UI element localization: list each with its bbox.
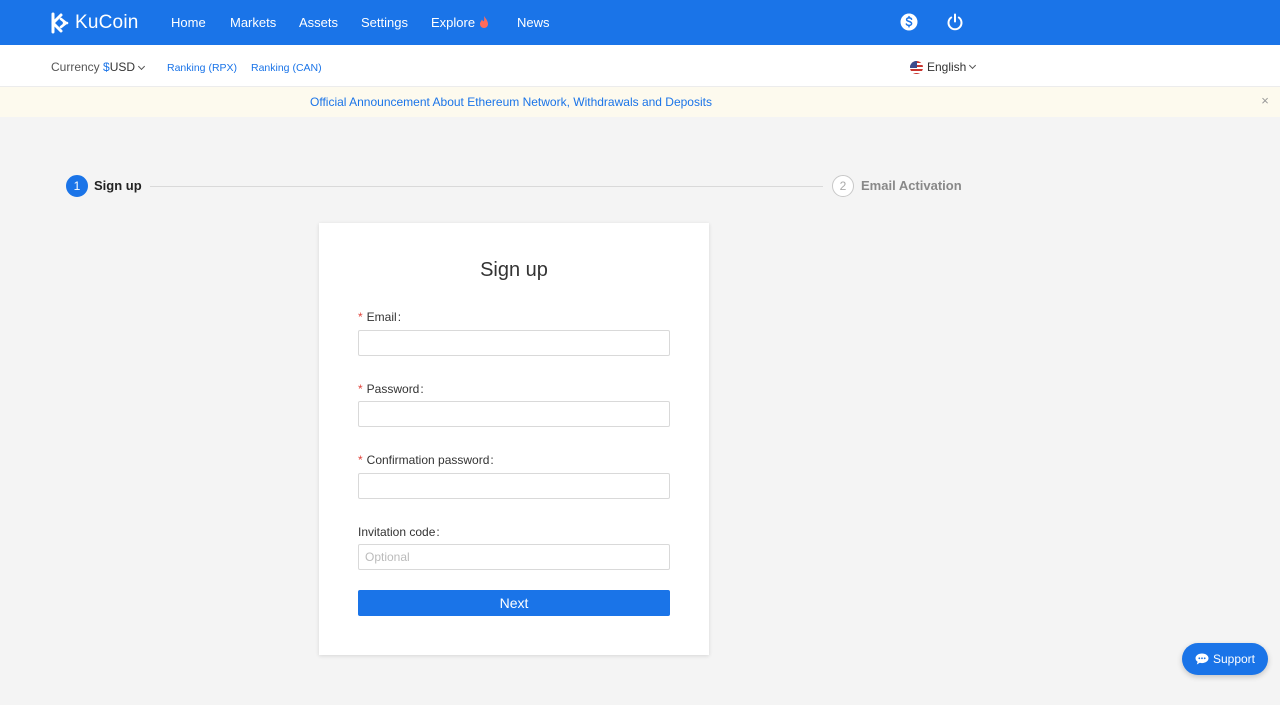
- brand-name: KuCoin: [75, 12, 139, 33]
- kucoin-logo-icon: [51, 12, 69, 34]
- invitation-code-label-text: Invitation code: [358, 525, 436, 539]
- confirm-password-label-text: Confirmation password: [366, 453, 490, 467]
- email-label: * Email:: [358, 310, 401, 324]
- nav-settings[interactable]: Settings: [361, 15, 408, 31]
- email-label-text: Email: [366, 310, 397, 324]
- nav-explore[interactable]: Explore: [431, 15, 489, 31]
- close-icon[interactable]: ×: [1259, 94, 1271, 107]
- step-1-label: Sign up: [94, 178, 142, 193]
- email-field[interactable]: [358, 330, 670, 356]
- step-2-label: Email Activation: [861, 178, 962, 193]
- currency-label: Currency: [51, 60, 100, 74]
- nav-explore-label: Explore: [431, 15, 476, 30]
- nav-assets[interactable]: Assets: [299, 15, 338, 31]
- next-button[interactable]: Next: [358, 590, 670, 616]
- nav-home[interactable]: Home: [171, 15, 206, 31]
- support-label: Support: [1212, 652, 1256, 666]
- password-field[interactable]: [358, 401, 670, 427]
- ranking-can-link[interactable]: Ranking (CAN): [251, 61, 322, 75]
- sub-toolbar: Currency $USD Ranking (RPX) Ranking (CAN…: [0, 45, 1280, 87]
- us-flag-icon: [910, 60, 923, 74]
- step-1-number: 1: [66, 175, 88, 197]
- top-navbar: KuCoin Home Markets Assets Settings Expl…: [0, 0, 1280, 45]
- label-colon: :: [490, 453, 494, 467]
- required-mark: *: [358, 382, 363, 396]
- flame-icon: [480, 16, 489, 28]
- label-colon: :: [436, 525, 440, 539]
- confirm-password-label: * Confirmation password:: [358, 453, 494, 467]
- page-title: Sign up: [480, 259, 548, 281]
- language-selector[interactable]: English: [910, 60, 977, 74]
- currency-value: USD: [109, 60, 136, 74]
- required-mark: *: [358, 310, 363, 324]
- confirm-password-field[interactable]: [358, 473, 670, 499]
- signup-card: Sign up * Email: * Password: * Confirmation…: [319, 223, 709, 655]
- label-colon: :: [397, 310, 402, 324]
- label-colon: :: [420, 382, 424, 396]
- password-label: * Password:: [358, 382, 424, 396]
- ranking-rpx-link[interactable]: Ranking (RPX): [167, 61, 237, 75]
- chevron-down-icon: [969, 61, 977, 70]
- language-label: English: [927, 60, 967, 74]
- currency-selector[interactable]: $USD: [103, 60, 146, 74]
- step-divider: [150, 186, 823, 187]
- announcement-bar: Official Announcement About Ethereum Net…: [0, 87, 1280, 117]
- kucoin-logo[interactable]: KuCoin: [50, 11, 139, 35]
- dollar-icon[interactable]: [900, 13, 918, 31]
- password-label-text: Password: [366, 382, 420, 396]
- chevron-down-icon: [137, 62, 146, 70]
- step-2-number: 2: [832, 175, 854, 197]
- nav-markets[interactable]: Markets: [230, 15, 276, 31]
- announcement-link[interactable]: Official Announcement About Ethereum Net…: [310, 95, 712, 109]
- invitation-code-label: Invitation code:: [358, 525, 440, 539]
- power-icon[interactable]: [946, 13, 964, 31]
- required-mark: *: [358, 453, 363, 467]
- invitation-code-field[interactable]: [358, 544, 670, 570]
- nav-news[interactable]: News: [517, 15, 550, 31]
- chat-icon: [1195, 653, 1209, 665]
- currency-symbol: $: [103, 60, 110, 74]
- support-button[interactable]: Support: [1182, 643, 1268, 675]
